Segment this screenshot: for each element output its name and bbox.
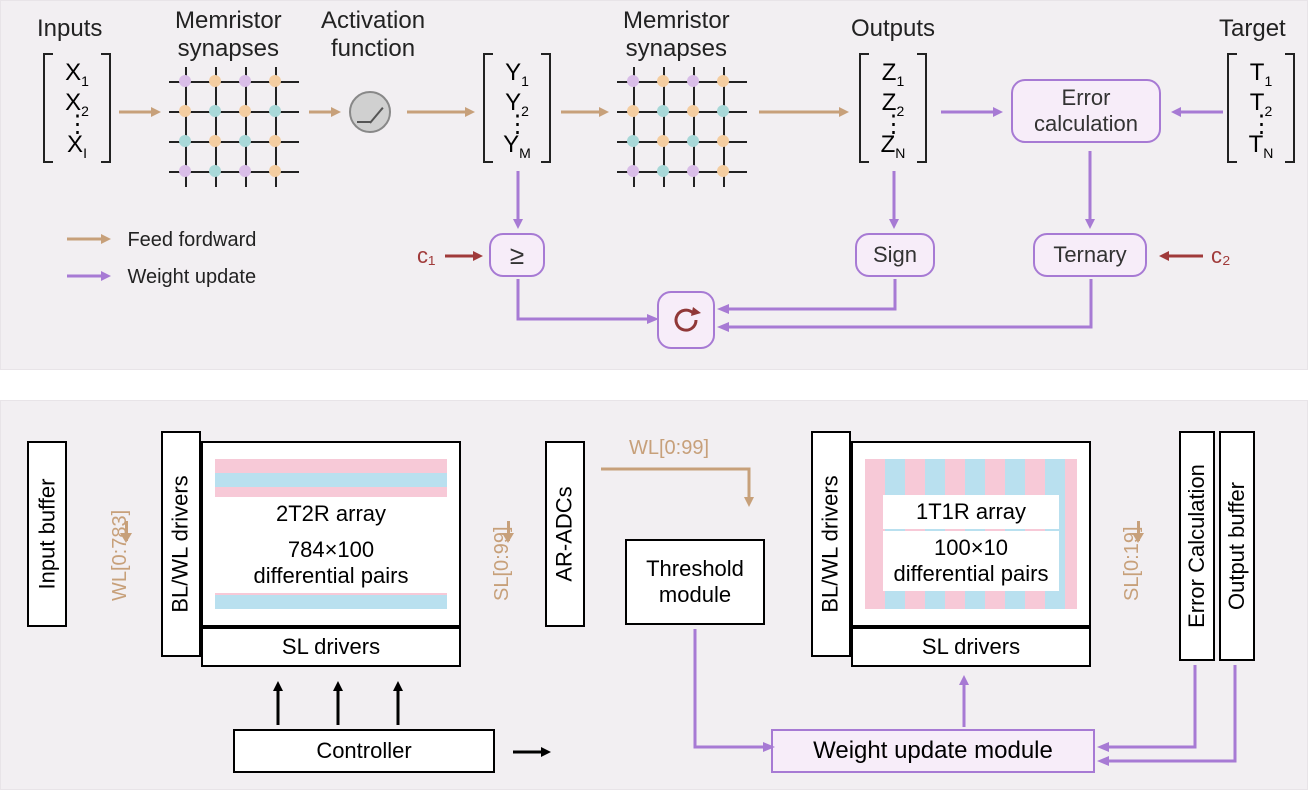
block-ar-adcs: AR-ADCs	[545, 441, 585, 627]
hardware-diagram: Input buffer WL[0:783] BL/WL drivers 2T2…	[0, 400, 1308, 790]
vector-x: X1 X2 ⋮ XI	[47, 53, 107, 163]
block-blwl-drivers-2: BL/WL drivers	[811, 431, 851, 657]
block-blwl-drivers-1: BL/WL drivers	[161, 431, 201, 657]
label-wl-0-99: WL[0:99]	[629, 437, 709, 460]
arrow-sl-19-icon	[1137, 521, 1140, 541]
crossbar-1	[169, 67, 299, 187]
crossbar-2	[617, 67, 747, 187]
arrow-ternary-to-cycle	[715, 279, 1097, 340]
block-sign: Sign	[855, 233, 935, 277]
label-outputs: Outputs	[851, 15, 935, 43]
const-c2: c₂	[1211, 243, 1231, 269]
arrow-ff-5	[757, 105, 849, 124]
label-memristor-synapses-2: Memristor synapses	[623, 7, 730, 63]
legend: Feed fordward Weight update	[65, 229, 256, 289]
block-error-calculation: Error calculation	[1011, 79, 1161, 143]
arrow-gte-to-cycle	[513, 279, 659, 332]
label-wl-0-783: WL[0:783]	[109, 510, 132, 601]
legend-feed-forward: Feed fordward	[127, 229, 256, 251]
arrow-ctrl-right	[511, 745, 551, 764]
activation-function-icon	[349, 91, 391, 133]
update-cycle-icon	[657, 291, 715, 349]
arrow-c1	[443, 249, 483, 268]
arrow-wu-up	[957, 673, 971, 732]
arrow-t-to-err	[1169, 105, 1223, 124]
const-c1: c₁	[417, 243, 435, 269]
arrow-ctrl-up-3	[391, 679, 405, 730]
arrow-ctrl-up-2	[331, 679, 345, 730]
block-weight-update-module: Weight update module	[771, 729, 1095, 773]
block-threshold-module: Threshold module	[625, 539, 765, 625]
vector-y: Y1 Y2 ⋮ YM	[487, 53, 547, 163]
label-memristor-synapses-1: Memristor synapses	[175, 7, 282, 63]
arrow-z-to-err	[939, 105, 1003, 124]
arrow-wl-99	[599, 461, 779, 512]
block-1t1r-array: 1T1R array 100×10 differential pairs	[851, 441, 1091, 627]
label-2t2r-title: 2T2R array	[203, 497, 459, 531]
block-error-calc-vert: Error Calculation	[1179, 431, 1215, 661]
block-gte: ≥	[489, 233, 545, 277]
algorithm-diagram: Inputs Memristor synapses Activation fun…	[0, 0, 1308, 370]
arrow-y-down	[511, 169, 525, 234]
arrow-thresh-to-wu	[689, 627, 775, 760]
vector-z: Z1 Z2 ⋮ ZN	[863, 53, 923, 163]
vector-t: T1 T2 ⋮ TN	[1231, 53, 1291, 163]
block-sl-drivers-1: SL drivers	[201, 627, 461, 667]
label-inputs: Inputs	[37, 15, 102, 43]
arrow-ctrl-up-1	[271, 679, 285, 730]
arrow-ff-4	[559, 105, 609, 124]
block-ternary: Ternary	[1033, 233, 1147, 277]
label-1t1r-title: 1T1R array	[883, 495, 1059, 529]
label-target: Target	[1219, 15, 1286, 43]
arrow-z-down	[887, 169, 901, 234]
block-controller: Controller	[233, 729, 495, 773]
arrow-outbuf-to-wu	[1095, 663, 1243, 774]
block-input-buffer: Input buffer	[27, 441, 67, 627]
arrow-sl-99-icon	[507, 521, 510, 541]
legend-weight-update: Weight update	[127, 266, 256, 288]
arrow-wl-783-icon	[125, 521, 128, 541]
arrow-ff-1	[117, 105, 161, 124]
block-sl-drivers-2: SL drivers	[851, 627, 1091, 667]
block-output-buffer: Output buffer	[1219, 431, 1255, 661]
arrow-ff-3	[405, 105, 475, 124]
arrow-ff-2	[307, 105, 341, 124]
label-1t1r-sub: 100×10 differential pairs	[883, 531, 1059, 591]
label-activation-function: Activation function	[321, 7, 425, 63]
arrow-c2	[1157, 249, 1203, 268]
block-2t2r-array: 2T2R array 784×100 differential pairs	[201, 441, 461, 627]
label-2t2r-sub: 784×100 differential pairs	[203, 533, 459, 593]
arrow-err-down	[1083, 149, 1097, 234]
